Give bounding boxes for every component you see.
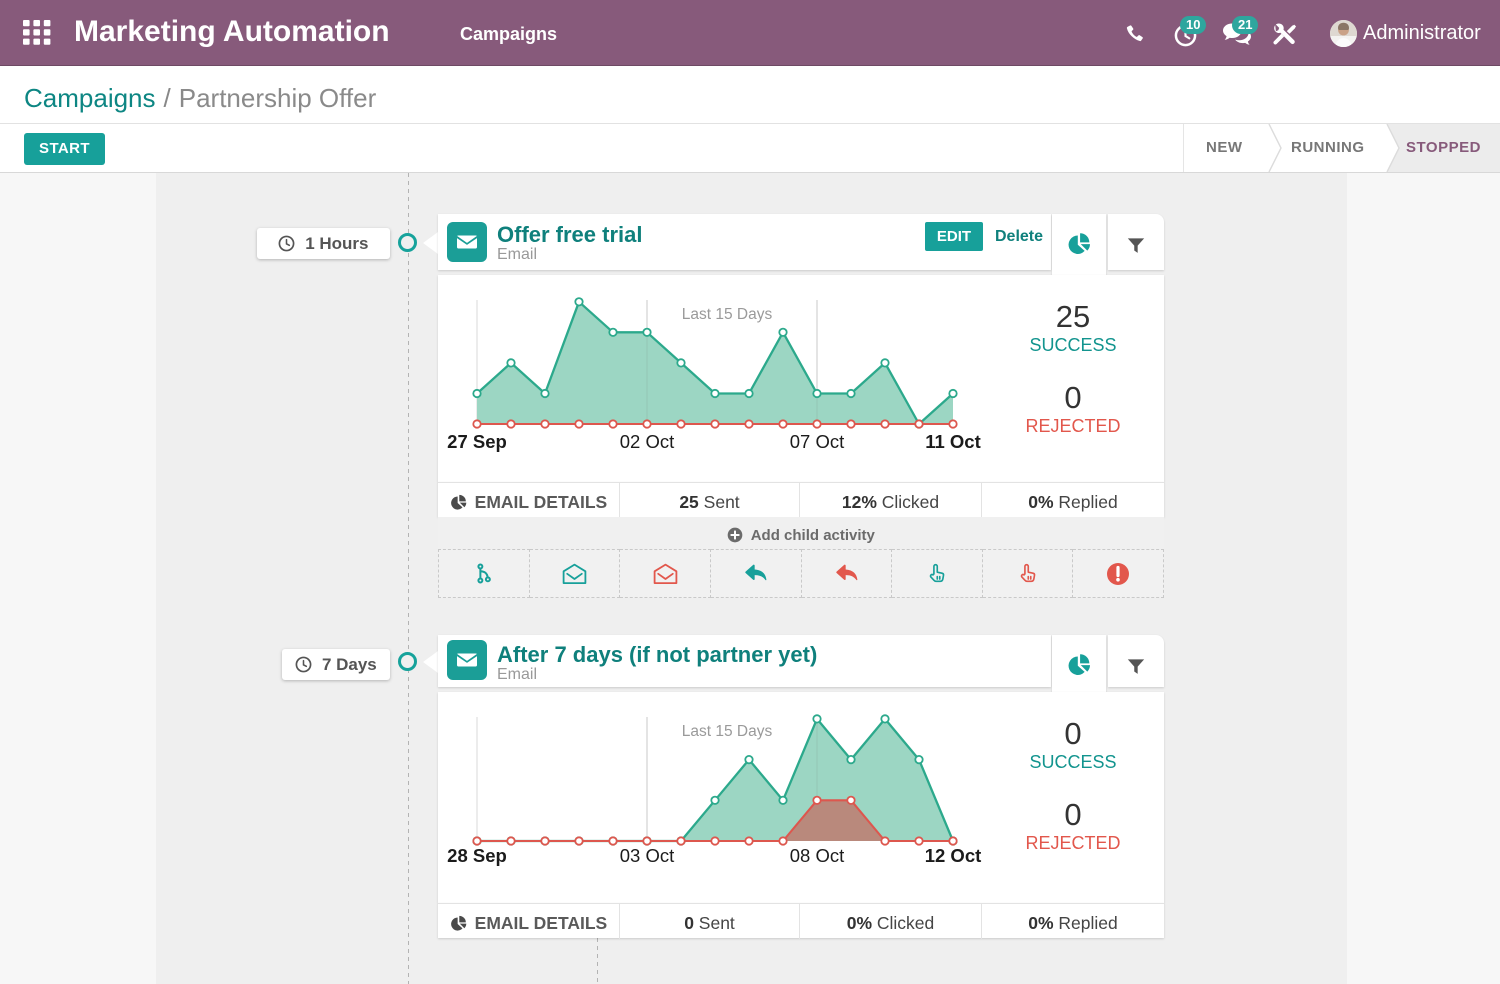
svg-text:27 Sep: 27 Sep — [447, 431, 507, 452]
svg-text:11 Oct: 11 Oct — [925, 431, 981, 452]
svg-text:Last 15 Days: Last 15 Days — [682, 723, 773, 740]
svg-text:28 Sep: 28 Sep — [447, 845, 507, 866]
svg-text:12 Oct: 12 Oct — [925, 845, 982, 866]
svg-text:08 Oct: 08 Oct — [790, 845, 845, 866]
svg-text:Last 15 Days: Last 15 Days — [682, 306, 773, 323]
svg-text:07 Oct: 07 Oct — [790, 431, 845, 452]
svg-text:02 Oct: 02 Oct — [620, 431, 675, 452]
svg-text:03 Oct: 03 Oct — [620, 845, 675, 866]
